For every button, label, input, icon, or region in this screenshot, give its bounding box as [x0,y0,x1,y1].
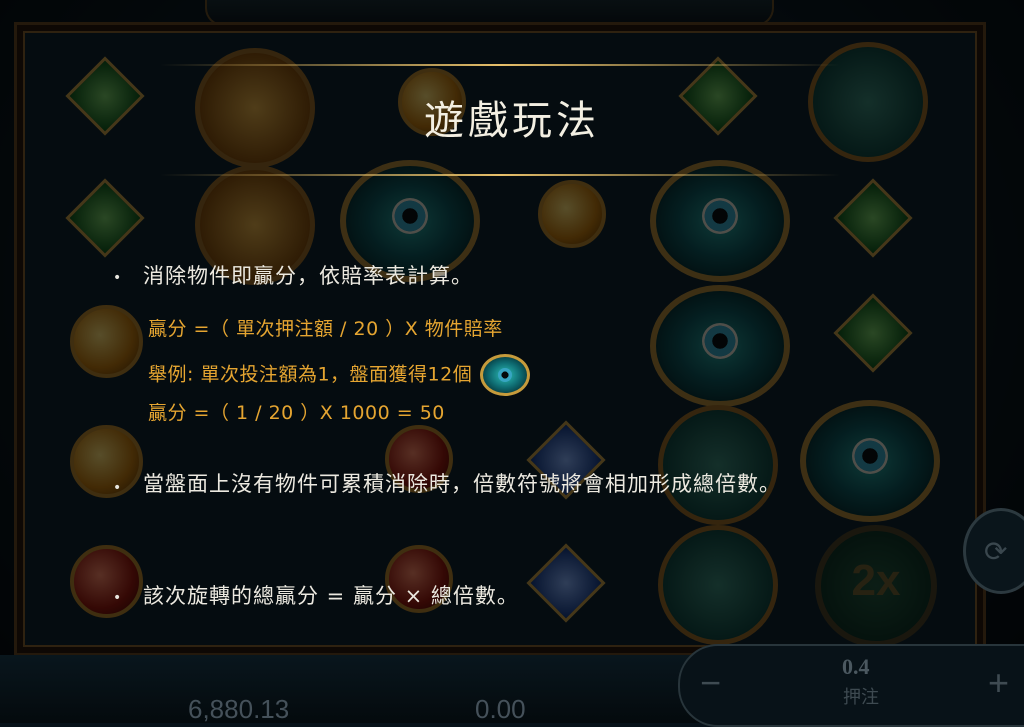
rule-1-text: 消除物件即贏分，依賠率表計算。 [143,264,473,288]
bullet-dot: • [113,270,122,286]
formula-line-2-text: 舉例: 單次投注額為1，盤面獲得12個 [148,363,473,386]
title-divider-bottom [160,174,840,176]
formula-line-1: 贏分 =（ 單次押注額 / 20 ）X 物件賠率 [148,318,503,340]
win-value: 0.00 [475,694,526,724]
increase-bet-button[interactable]: + [988,662,1009,704]
eye-of-horus-icon [480,354,531,396]
rule-3-text: 該次旋轉的總贏分 = 贏分 × 總倍數。 [143,584,519,608]
help-title: 遊戲玩法 [424,98,600,144]
balance-value: 6,880.13 [188,694,290,724]
formula-line-2: 舉例: 單次投注額為1，盤面獲得12個 [148,354,531,396]
decrease-bet-button[interactable]: − [700,662,721,704]
title-divider-top [160,64,840,66]
bet-label: 押注 [843,687,879,708]
autoplay-icon: ⟳ [984,535,1008,568]
formula-line-3: 贏分 =（ 1 / 20 ）X 1000 = 50 [148,402,445,424]
rule-2-text: 當盤面上沒有物件可累積消除時，倍數符號將會相加形成總倍數。 [143,472,781,496]
bullet-dot: • [113,590,122,606]
bet-value: 0.4 [842,654,870,679]
bullet-dot: • [113,480,122,496]
